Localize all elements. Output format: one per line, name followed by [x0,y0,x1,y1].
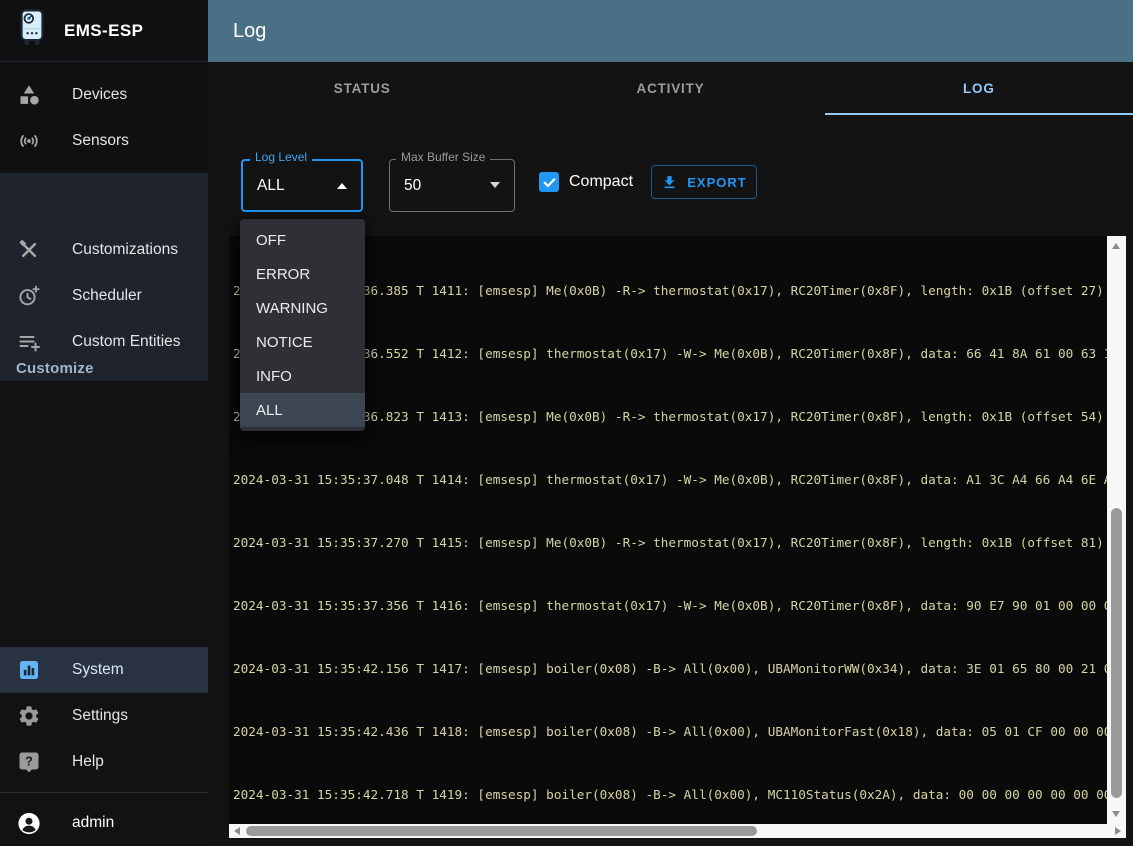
log-line: 2024-03-31 15:35:37.270 T 1415: [emsesp]… [233,532,1107,553]
max-buffer-size-label: Max Buffer Size [396,151,490,163]
ems-esp-boiler-logo-icon [16,8,48,53]
app-logo-row: EMS-ESP [0,0,208,62]
account-circle-icon [17,811,41,835]
export-button-label: EXPORT [687,175,746,190]
app-title: EMS-ESP [64,21,143,41]
menu-item-error[interactable]: ERROR [240,257,365,291]
caret-up-icon [337,183,347,189]
menu-item-off[interactable]: OFF [240,223,365,257]
log-level-value: ALL [257,177,285,195]
app-bar: Log [208,0,1133,62]
log-level-label: Log Level [250,151,312,163]
checkmark-icon [542,175,557,190]
menu-item-warning[interactable]: WARNING [240,291,365,325]
sidebar: EMS-ESP Devices Sensors Customize [0,0,208,846]
menu-item-info[interactable]: INFO [240,359,365,393]
vertical-scrollbar[interactable] [1107,236,1126,824]
log-line: 2024-03-31 15:35:37.048 T 1414: [emsesp]… [233,469,1107,490]
horizontal-scrollbar[interactable] [229,824,1126,838]
menu-item-notice[interactable]: NOTICE [240,325,365,359]
sidebar-item-label: Devices [72,86,127,104]
max-buffer-size-select[interactable]: 50 [389,159,515,212]
scroll-up-arrow-icon[interactable] [1112,243,1120,249]
sidebar-item-settings[interactable]: Settings [0,693,208,739]
settings-gear-icon [17,704,41,728]
download-icon [661,174,678,191]
log-level-menu: OFF ERROR WARNING NOTICE INFO ALL [240,219,365,431]
sidebar-item-label: Customizations [72,241,178,259]
sensors-icon [17,129,41,153]
sidebar-item-label: Scheduler [72,287,142,305]
log-line: 2024-03-31 15:35:37.356 T 1416: [emsesp]… [233,595,1107,616]
sidebar-item-customizations[interactable]: Customizations [0,227,208,273]
sidebar-item-custom-entities[interactable]: Custom Entities [0,319,208,365]
scheduler-icon [17,284,41,308]
compact-label: Compact [569,173,633,191]
user-label: admin [72,814,114,832]
help-icon: ? [17,750,41,774]
max-buffer-size-value: 50 [404,177,421,195]
sidebar-item-label: System [72,661,124,679]
sidebar-item-scheduler[interactable]: Scheduler [0,273,208,319]
devices-icon [17,83,41,107]
svg-text:?: ? [25,754,33,768]
system-icon [17,658,41,682]
tab-activity[interactable]: ACTIVITY [516,62,824,115]
caret-down-icon [490,182,500,188]
horizontal-scrollbar-thumb[interactable] [246,826,757,836]
page-title: Log [233,20,266,43]
tab-bar: STATUS ACTIVITY LOG [208,62,1133,115]
log-level-select[interactable]: ALL [241,159,363,212]
compact-checkbox[interactable] [539,172,559,192]
customizations-icon [17,238,41,262]
export-button[interactable]: EXPORT [651,165,757,199]
sidebar-item-devices[interactable]: Devices [0,72,208,118]
sidebar-item-label: Settings [72,707,128,725]
sidebar-item-system[interactable]: System [0,647,208,693]
sidebar-user-admin[interactable]: admin [0,800,208,846]
menu-item-all[interactable]: ALL [240,393,365,427]
sidebar-item-help[interactable]: ? Help [0,739,208,785]
tab-status[interactable]: STATUS [208,62,516,115]
scroll-left-arrow-icon[interactable] [234,827,240,835]
log-line: 2024-03-31 15:35:42.718 T 1419: [emsesp]… [233,784,1107,805]
sidebar-divider [0,792,208,793]
sidebar-item-label: Sensors [72,132,129,150]
vertical-scrollbar-thumb[interactable] [1111,508,1122,798]
log-line: 2024-03-31 15:35:42.156 T 1417: [emsesp]… [233,658,1107,679]
custom-entities-icon [17,330,41,354]
sidebar-item-label: Help [72,753,104,771]
active-tab-indicator [825,113,1133,115]
tab-log[interactable]: LOG [825,62,1133,115]
sidebar-item-label: Custom Entities [72,333,181,351]
sidebar-item-sensors[interactable]: Sensors [0,118,208,164]
log-line: 2024-03-31 15:35:42.436 T 1418: [emsesp]… [233,721,1107,742]
scroll-right-arrow-icon[interactable] [1115,827,1121,835]
scroll-down-arrow-icon[interactable] [1112,811,1120,817]
